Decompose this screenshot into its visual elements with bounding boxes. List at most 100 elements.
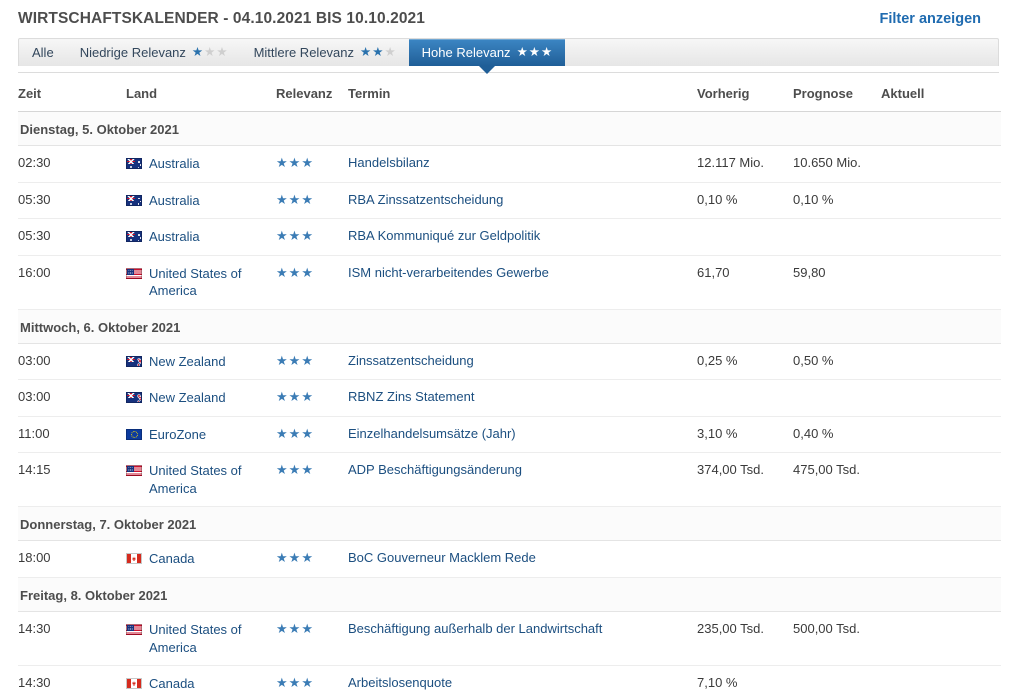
cell-zeit: 03:00 — [18, 343, 126, 380]
flag-icon-au — [126, 158, 142, 169]
column-header-relevanz[interactable]: Relevanz — [276, 73, 348, 112]
day-group-date: Donnerstag, 7. Oktober 2021 — [18, 507, 1001, 541]
country-link[interactable]: United States of America — [149, 462, 276, 497]
event-link[interactable]: RBNZ Zins Statement — [348, 389, 474, 404]
column-header-aktuell[interactable]: Aktuell — [881, 73, 1001, 112]
event-link[interactable]: Handelsbilanz — [348, 155, 430, 170]
country-link[interactable]: New Zealand — [149, 389, 226, 407]
column-header-vorherig[interactable]: Vorherig — [697, 73, 793, 112]
column-header-land[interactable]: Land — [126, 73, 276, 112]
country-link[interactable]: New Zealand — [149, 353, 226, 371]
table-row[interactable]: 14:30United States of America★★★Beschäft… — [18, 612, 1001, 666]
relevance-stars-icon: ★★★ — [276, 676, 313, 689]
show-filter-link[interactable]: Filter anzeigen — [879, 11, 999, 27]
flag-icon-au — [126, 195, 142, 206]
table-row[interactable]: 14:30Canada★★★Arbeitslosenquote7,10 % — [18, 666, 1001, 694]
star-icon: ★ — [384, 46, 395, 59]
table-row[interactable]: 05:30Australia★★★RBA Kommuniqué zur Geld… — [18, 219, 1001, 256]
tab-niedrige-relevanz[interactable]: Niedrige Relevanz★★★ — [67, 39, 241, 66]
star-icon: ★ — [289, 463, 301, 476]
event-link[interactable]: BoC Gouverneur Macklem Rede — [348, 550, 536, 565]
flag-icon-eu — [126, 429, 142, 440]
tab-hohe-relevanz[interactable]: Hohe Relevanz★★★ — [409, 39, 566, 66]
cell-zeit: 14:15 — [18, 453, 126, 507]
country-link[interactable]: United States of America — [149, 265, 276, 300]
tab-alle[interactable]: Alle — [19, 39, 67, 66]
table-row[interactable]: 03:00 New Zealand ★★★ RBNZ Zins Statement — [18, 380, 1001, 417]
table-row[interactable]: 14:15United States of America★★★ADP Besc… — [18, 453, 1001, 507]
cell-prognose — [793, 666, 881, 694]
country-cell: Australia — [126, 228, 276, 246]
country-cell: United States of America — [126, 462, 276, 497]
day-group-date: Freitag, 8. Oktober 2021 — [18, 578, 1001, 612]
country-link[interactable]: Canada — [149, 550, 195, 568]
column-header-termin[interactable]: Termin — [348, 73, 697, 112]
star-icon: ★ — [276, 193, 288, 206]
star-icon: ★ — [301, 390, 313, 403]
country-link[interactable]: Australia — [149, 228, 200, 246]
cell-land: Canada — [126, 666, 276, 694]
country-link[interactable]: Canada — [149, 675, 195, 693]
column-header-zeit[interactable]: Zeit — [18, 73, 126, 112]
cell-zeit: 03:00 — [18, 380, 126, 417]
day-group-date: Mittwoch, 6. Oktober 2021 — [18, 309, 1001, 343]
relevance-stars-icon: ★★★ — [276, 622, 313, 635]
country-link[interactable]: EuroZone — [149, 426, 206, 444]
country-link[interactable]: Australia — [149, 192, 200, 210]
star-icon: ★ — [517, 46, 528, 59]
cell-zeit: 05:30 — [18, 219, 126, 256]
day-group-header: Dienstag, 5. Oktober 2021 — [18, 112, 1001, 146]
table-header: Zeit Land Relevanz Termin Vorherig Progn… — [18, 73, 1001, 112]
cell-relevanz: ★★★ — [276, 612, 348, 666]
event-link[interactable]: Zinssatzentscheidung — [348, 353, 474, 368]
event-link[interactable]: Einzelhandelsumsätze (Jahr) — [348, 426, 516, 441]
table-row[interactable]: 18:00Canada★★★BoC Gouverneur Macklem Red… — [18, 541, 1001, 578]
star-icon: ★ — [529, 46, 540, 59]
tab-label: Niedrige Relevanz — [80, 45, 186, 60]
cell-land: New Zealand — [126, 380, 276, 417]
event-link[interactable]: Beschäftigung außerhalb der Landwirtscha… — [348, 621, 602, 636]
event-link[interactable]: ADP Beschäftigungsänderung — [348, 462, 522, 477]
relevance-stars-icon: ★★★ — [276, 390, 313, 403]
cell-relevanz: ★★★ — [276, 416, 348, 453]
tab-relevance-stars-icon: ★★★ — [360, 46, 396, 59]
table-row[interactable]: 16:00United States of America★★★ISM nich… — [18, 255, 1001, 309]
cell-relevanz: ★★★ — [276, 146, 348, 183]
cell-termin: Arbeitslosenquote — [348, 666, 697, 694]
event-link[interactable]: RBA Zinssatzentscheidung — [348, 192, 503, 207]
country-cell: Canada — [126, 675, 276, 693]
page-header: WIRTSCHAFTSKALENDER - 04.10.2021 BIS 10.… — [0, 0, 1017, 38]
cell-aktuell — [881, 541, 1001, 578]
cell-termin: RBNZ Zins Statement — [348, 380, 697, 417]
table-row[interactable]: 02:30Australia★★★Handelsbilanz12.117 Mio… — [18, 146, 1001, 183]
cell-vorherig: 0,10 % — [697, 182, 793, 219]
country-link[interactable]: United States of America — [149, 621, 276, 656]
column-header-prognose[interactable]: Prognose — [793, 73, 881, 112]
tab-mittlere-relevanz[interactable]: Mittlere Relevanz★★★ — [241, 39, 409, 66]
table-row[interactable]: 03:00New Zealand★★★Zinssatzentscheidung0… — [18, 343, 1001, 380]
cell-vorherig — [697, 219, 793, 256]
cell-termin: ISM nicht-verarbeitendes Gewerbe — [348, 255, 697, 309]
cell-termin: RBA Kommuniqué zur Geldpolitik — [348, 219, 697, 256]
star-icon: ★ — [301, 463, 313, 476]
event-link[interactable]: Arbeitslosenquote — [348, 675, 452, 690]
table-row[interactable]: 11:00EuroZone★★★Einzelhandelsumsätze (Ja… — [18, 416, 1001, 453]
event-link[interactable]: ISM nicht-verarbeitendes Gewerbe — [348, 265, 549, 280]
tab-label: Alle — [32, 45, 54, 60]
cell-termin: Handelsbilanz — [348, 146, 697, 183]
cell-relevanz: ★★★ — [276, 541, 348, 578]
country-link[interactable]: Australia — [149, 155, 200, 173]
cell-vorherig: 235,00 Tsd. — [697, 612, 793, 666]
cell-prognose — [793, 219, 881, 256]
cell-relevanz: ★★★ — [276, 255, 348, 309]
table-row[interactable]: 05:30Australia★★★RBA Zinssatzentscheidun… — [18, 182, 1001, 219]
flag-icon-us — [126, 268, 142, 279]
cell-land: Australia — [126, 182, 276, 219]
country-cell: Australia — [126, 155, 276, 173]
star-icon: ★ — [276, 463, 288, 476]
cell-prognose: 0,50 % — [793, 343, 881, 380]
event-link[interactable]: RBA Kommuniqué zur Geldpolitik — [348, 228, 540, 243]
star-icon: ★ — [301, 622, 313, 635]
cell-relevanz: ★★★ — [276, 380, 348, 417]
cell-termin: RBA Zinssatzentscheidung — [348, 182, 697, 219]
